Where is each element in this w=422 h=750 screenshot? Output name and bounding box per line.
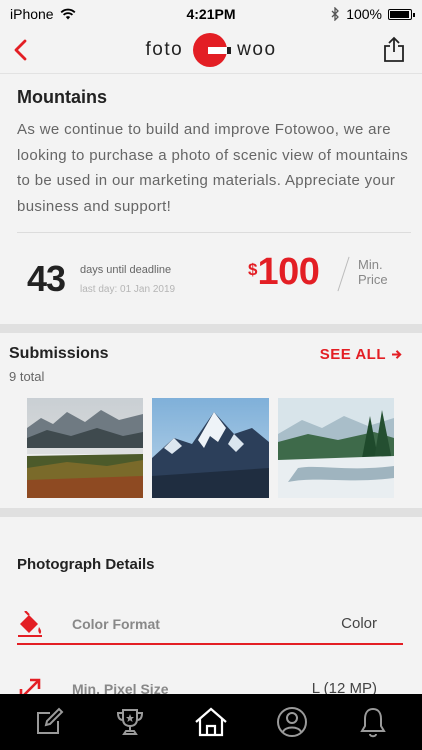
nav-bar: foto woo	[0, 28, 422, 72]
section-separator	[0, 508, 422, 517]
request-detail-screen: 4:21PM iPhone 100% foto woo Mountains As…	[0, 0, 422, 750]
winter-river-photo	[278, 398, 394, 498]
header-divider	[0, 73, 422, 74]
see-all-button[interactable]: SEE ALL	[320, 346, 402, 363]
mountain-valley-photo	[27, 398, 143, 498]
status-time: 4:21PM	[186, 6, 236, 22]
tab-notifications[interactable]	[355, 704, 391, 740]
logo-mark-icon	[193, 33, 232, 67]
snowy-peak-photo	[152, 398, 269, 498]
submission-thumbnail[interactable]	[27, 398, 143, 498]
detail-row-color-format[interactable]: Color Format Color	[17, 605, 403, 645]
details-heading: Photograph Details	[17, 556, 155, 573]
submissions-heading: Submissions	[9, 345, 109, 362]
request-title: Mountains	[17, 87, 107, 107]
tab-profile[interactable]	[274, 704, 310, 740]
last-day-label: last day: 01 Jan 2019	[80, 284, 176, 295]
days-label: days until deadline	[80, 264, 172, 276]
submissions-count: 9 total	[9, 369, 45, 384]
submission-thumbnail[interactable]	[152, 398, 269, 498]
back-icon[interactable]	[8, 36, 36, 64]
trophy-icon	[116, 709, 143, 735]
request-description: As we continue to build and improve Foto…	[17, 121, 409, 215]
price-slash-divider	[337, 256, 350, 292]
arrow-right-icon	[392, 350, 402, 359]
tab-bar	[0, 694, 422, 750]
days-count: 43	[27, 258, 66, 299]
edit-icon	[36, 707, 64, 734]
tab-edit[interactable]	[31, 704, 67, 740]
price: $ 100	[248, 251, 320, 294]
card-divider	[17, 232, 411, 233]
price-label: Min. Price	[358, 257, 388, 287]
section-separator	[0, 324, 422, 333]
home-icon	[195, 707, 227, 737]
battery-level	[390, 10, 409, 18]
tab-trophy[interactable]	[112, 704, 148, 740]
profile-icon	[277, 707, 308, 737]
logo-text-right: woo	[237, 39, 277, 60]
tab-home[interactable]	[193, 704, 229, 740]
status-bar: 4:21PM iPhone 100%	[0, 0, 422, 28]
paint-bucket-icon	[18, 611, 42, 637]
logo-text-left: foto	[145, 39, 184, 60]
bell-icon	[360, 707, 387, 738]
share-icon[interactable]	[382, 35, 406, 63]
fotowoo-logo: foto woo	[145, 33, 276, 67]
detail-label: Color Format	[72, 616, 160, 632]
detail-underline	[17, 643, 403, 645]
price-amount: 100	[257, 251, 320, 293]
detail-value: Color	[341, 615, 377, 632]
see-all-label: SEE ALL	[319, 346, 386, 363]
submission-thumbnail[interactable]	[278, 398, 394, 498]
battery-icon	[388, 8, 415, 20]
price-currency: $	[248, 260, 258, 279]
